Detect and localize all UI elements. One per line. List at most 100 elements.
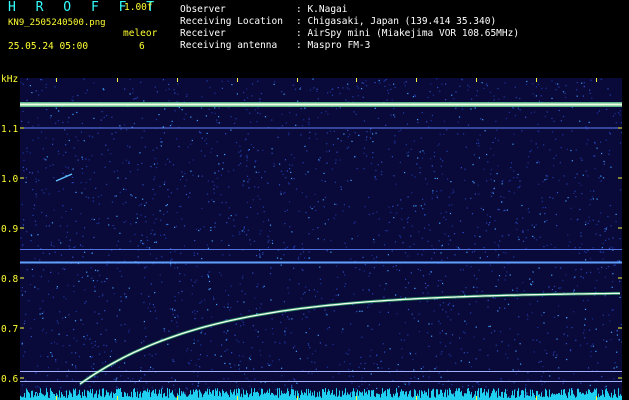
noise-dot (531, 224, 533, 226)
noise-dot (508, 234, 510, 236)
noise-dot (326, 151, 328, 153)
noise-floor-bar (345, 388, 346, 400)
x-tick-mark-bottom (56, 396, 57, 400)
noise-dot (25, 313, 27, 315)
noise-dot (594, 155, 596, 157)
noise-dot (333, 217, 335, 219)
noise-dot (300, 253, 302, 255)
noise-dot (148, 247, 151, 249)
noise-dot (366, 136, 368, 138)
noise-dot (439, 133, 441, 135)
noise-dot (601, 247, 603, 249)
noise-dot (482, 209, 484, 211)
noise-dot (473, 286, 475, 288)
noise-dot (553, 352, 555, 354)
noise-dot (344, 274, 346, 276)
noise-dot (368, 275, 370, 277)
noise-dot (525, 384, 527, 386)
noise-floor-bar (88, 390, 89, 400)
noise-dot (46, 156, 48, 158)
noise-dot (181, 171, 183, 173)
noise-dot (45, 332, 47, 334)
noise-dot (301, 243, 303, 245)
noise-dot (159, 185, 161, 187)
noise-floor-bar (440, 389, 441, 400)
noise-dot (500, 331, 502, 333)
noise-dot (580, 382, 582, 384)
noise-dot (608, 247, 611, 249)
noise-floor-bar (581, 393, 582, 400)
noise-floor-bar (395, 393, 396, 400)
noise-dot (390, 211, 392, 213)
noise-dot (525, 83, 528, 86)
noise-dot (407, 221, 409, 223)
noise-floor-bar (415, 390, 416, 400)
noise-dot (367, 306, 369, 308)
noise-dot (31, 268, 33, 270)
noise-dot (314, 350, 317, 352)
noise-floor-bar (344, 393, 345, 400)
noise-dot (576, 81, 578, 84)
noise-dot (438, 240, 440, 242)
noise-dot (557, 315, 559, 317)
noise-dot (178, 146, 180, 148)
noise-dot (356, 167, 358, 170)
noise-dot (119, 232, 121, 234)
noise-dot (590, 351, 592, 353)
noise-dot (152, 149, 154, 151)
noise-floor-bar (47, 392, 48, 400)
noise-dot (99, 274, 101, 276)
noise-floor-bar (101, 396, 102, 400)
noise-dot (189, 192, 191, 194)
noise-dot (400, 199, 402, 201)
noise-dot (503, 266, 505, 268)
noise-floor-bar (358, 395, 359, 400)
noise-dot (600, 212, 602, 214)
noise-dot (351, 238, 353, 240)
noise-floor-bar (218, 395, 219, 400)
noise-dot (295, 124, 297, 126)
noise-dot (39, 259, 41, 261)
noise-dot (571, 327, 573, 329)
noise-dot (243, 324, 245, 326)
noise-floor-bar (468, 388, 469, 400)
noise-dot (302, 293, 305, 295)
noise-dot (197, 385, 199, 387)
noise-dot (262, 253, 264, 255)
noise-dot (447, 316, 449, 318)
noise-dot (403, 82, 405, 84)
noise-dot (84, 251, 86, 253)
noise-dot (172, 359, 174, 361)
noise-floor-bar (216, 390, 217, 400)
noise-dot (313, 87, 315, 89)
noise-dot (72, 100, 74, 102)
x-tick-mark-bottom (596, 396, 597, 400)
noise-dot (368, 196, 370, 198)
noise-floor-bar (600, 395, 601, 400)
noise-dot (144, 216, 146, 218)
noise-floor-bar (240, 396, 241, 400)
noise-floor-bar (576, 396, 577, 400)
noise-floor-bar (448, 395, 449, 400)
noise-dot (341, 331, 343, 333)
noise-dot (66, 375, 68, 377)
noise-dot (357, 87, 359, 89)
carrier-line-3 (20, 261, 622, 264)
noise-dot (438, 320, 440, 322)
noise-dot (101, 281, 103, 283)
noise-dot (427, 96, 429, 99)
noise-dot (358, 385, 360, 388)
noise-dot (328, 326, 330, 329)
noise-dot (468, 86, 470, 88)
noise-dot (609, 133, 611, 135)
noise-dot (613, 367, 615, 369)
noise-floor-bar (598, 393, 599, 400)
noise-dot (254, 378, 256, 380)
noise-dot (504, 307, 506, 309)
noise-dot (114, 227, 116, 230)
noise-dot (276, 257, 279, 259)
noise-floor-bar (342, 390, 343, 400)
noise-dot (355, 113, 357, 115)
noise-dot (281, 125, 283, 127)
noise-dot (283, 93, 285, 95)
